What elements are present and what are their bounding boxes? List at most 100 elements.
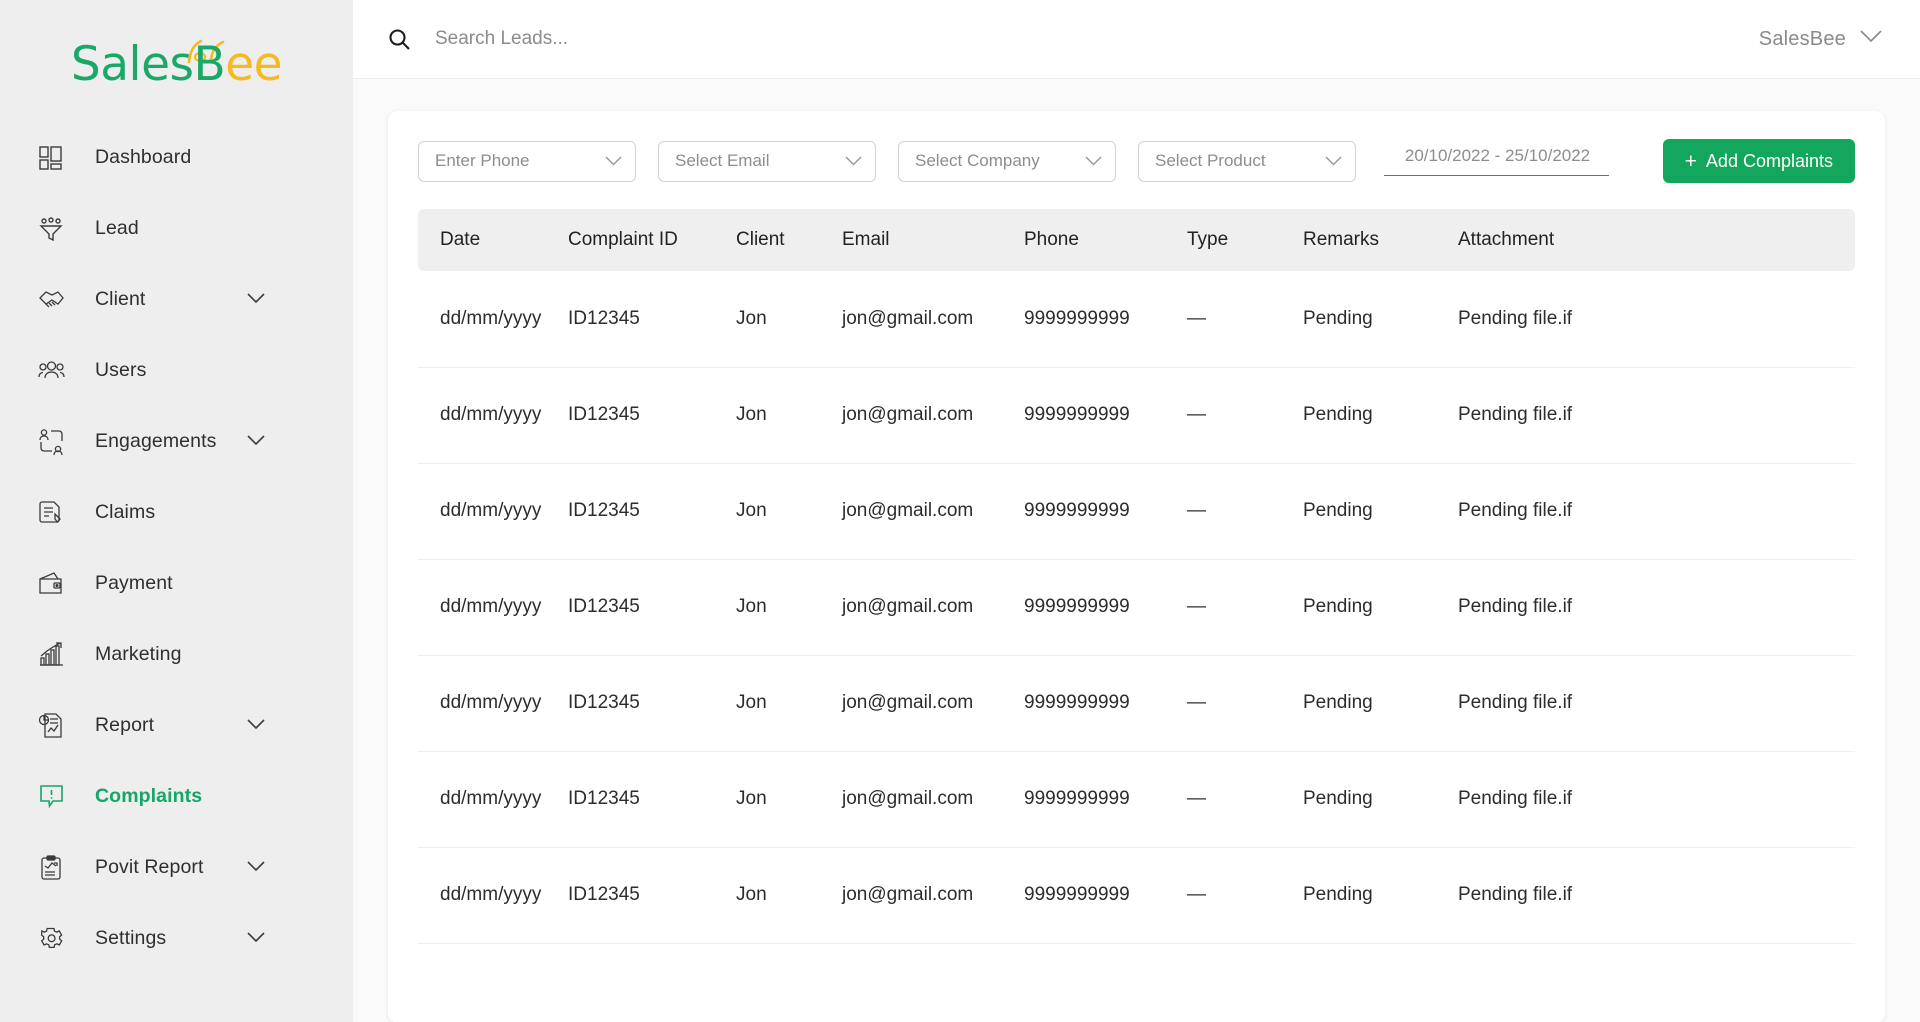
cell-email: jon@gmail.com <box>842 463 1024 560</box>
product-filter[interactable]: Select Product <box>1138 140 1356 182</box>
cell-complaint-id: ID12345 <box>568 847 736 944</box>
cell-type: — <box>1187 847 1303 944</box>
cell-email: jon@gmail.com <box>842 655 1024 752</box>
table-row[interactable]: dd/mm/yyyy ID12345 Jon jon@gmail.com 999… <box>418 655 1855 752</box>
cell-date: dd/mm/yyyy <box>418 559 568 656</box>
claims-icon <box>36 498 66 528</box>
cell-attachment[interactable]: Pending file.if <box>1458 559 1855 656</box>
dashboard-icon <box>36 143 66 173</box>
company-filter[interactable]: Select Company <box>898 140 1116 182</box>
cell-attachment[interactable]: Pending file.if <box>1458 655 1855 752</box>
users-icon <box>36 356 66 386</box>
cell-client: Jon <box>736 751 842 848</box>
sidebar-item-dashboard[interactable]: Dashboard <box>0 122 353 193</box>
chevron-down-icon <box>1085 151 1102 171</box>
table-row[interactable]: dd/mm/yyyy ID12345 Jon jon@gmail.com 999… <box>418 847 1855 944</box>
chevron-down-icon <box>845 151 862 171</box>
cell-attachment[interactable]: Pending file.if <box>1458 751 1855 848</box>
cell-client: Jon <box>736 847 842 944</box>
sidebar-item-engagements[interactable]: Engagements <box>0 406 353 477</box>
cell-attachment[interactable]: Pending file.if <box>1458 847 1855 944</box>
chevron-down-icon[interactable] <box>247 930 265 948</box>
sidebar-label: Report <box>95 714 155 736</box>
table-row[interactable]: dd/mm/yyyy ID12345 Jon jon@gmail.com 999… <box>418 463 1855 560</box>
search-icon[interactable] <box>387 26 413 52</box>
chevron-down-icon[interactable] <box>247 717 265 735</box>
email-filter[interactable]: Select Email <box>658 140 876 182</box>
clipboard-icon <box>36 853 66 883</box>
sidebar-item-complaints[interactable]: Complaints <box>0 761 353 832</box>
cell-attachment[interactable]: Pending file.if <box>1458 367 1855 464</box>
sidebar-item-report[interactable]: Report <box>0 690 353 761</box>
column-header-phone[interactable]: Phone <box>1024 209 1187 271</box>
content-area: Enter Phone Select Email Select Company <box>353 79 1920 1022</box>
table-row[interactable]: dd/mm/yyyy ID12345 Jon jon@gmail.com 999… <box>418 751 1855 848</box>
table-row[interactable]: dd/mm/yyyy ID12345 Jon jon@gmail.com 999… <box>418 559 1855 656</box>
sidebar-item-settings[interactable]: Settings <box>0 903 353 974</box>
bar-chart-icon <box>36 640 66 670</box>
cell-type: — <box>1187 751 1303 848</box>
logo-text-b: B <box>193 37 226 92</box>
sidebar-nav: Dashboard Lead Client Users Engagements … <box>0 122 353 974</box>
phone-filter[interactable]: Enter Phone <box>418 140 636 182</box>
complaint-icon <box>36 782 66 812</box>
cell-remarks: Pending <box>1303 271 1458 368</box>
report-icon <box>36 711 66 741</box>
filter-label: Select Company <box>915 151 1040 170</box>
cell-email: jon@gmail.com <box>842 271 1024 368</box>
sidebar-item-users[interactable]: Users <box>0 335 353 406</box>
add-complaints-button[interactable]: + Add Complaints <box>1662 139 1855 183</box>
column-header-remarks[interactable]: Remarks <box>1303 209 1458 271</box>
app-root: SalesBee Dashboard Lead Client Users Eng… <box>0 0 1920 1022</box>
sidebar-item-payment[interactable]: Payment <box>0 548 353 619</box>
cell-client: Jon <box>736 271 842 368</box>
sidebar-item-lead[interactable]: Lead <box>0 193 353 264</box>
sidebar-label: Povit Report <box>95 856 204 878</box>
chevron-down-icon[interactable] <box>1860 30 1882 48</box>
sidebar-item-marketing[interactable]: Marketing <box>0 619 353 690</box>
cell-date: dd/mm/yyyy <box>418 463 568 560</box>
cell-remarks: Pending <box>1303 751 1458 848</box>
date-range-picker[interactable]: 20/10/2022 - 25/10/2022 <box>1384 146 1609 176</box>
cell-date: dd/mm/yyyy <box>418 367 568 464</box>
column-header-attachment[interactable]: Attachment <box>1458 209 1855 271</box>
logo-text-sales: Sales <box>70 37 194 92</box>
column-header-date[interactable]: Date <box>418 209 568 271</box>
search-container <box>387 26 1759 52</box>
complaints-card: Enter Phone Select Email Select Company <box>388 111 1885 1022</box>
sidebar-item-povit-report[interactable]: Povit Report <box>0 832 353 903</box>
table-header-row: Date Complaint ID Client Email Phone Typ… <box>418 209 1855 271</box>
chevron-down-icon[interactable] <box>247 291 265 309</box>
sidebar-item-claims[interactable]: Claims <box>0 477 353 548</box>
cell-remarks: Pending <box>1303 463 1458 560</box>
column-header-client[interactable]: Client <box>736 209 842 271</box>
column-header-type[interactable]: Type <box>1187 209 1303 271</box>
column-header-complaint-id[interactable]: Complaint ID <box>568 209 736 271</box>
gear-icon <box>36 924 66 954</box>
cell-complaint-id: ID12345 <box>568 655 736 752</box>
cell-complaint-id: ID12345 <box>568 463 736 560</box>
cell-date: dd/mm/yyyy <box>418 751 568 848</box>
chevron-down-icon[interactable] <box>247 433 265 451</box>
search-input[interactable] <box>435 28 935 50</box>
table-body: dd/mm/yyyy ID12345 Jon jon@gmail.com 999… <box>418 271 1855 944</box>
sidebar-label: Lead <box>95 217 139 239</box>
cell-email: jon@gmail.com <box>842 367 1024 464</box>
chevron-down-icon[interactable] <box>247 859 265 877</box>
cell-email: jon@gmail.com <box>842 751 1024 848</box>
cell-client: Jon <box>736 655 842 752</box>
table-row[interactable]: dd/mm/yyyy ID12345 Jon jon@gmail.com 999… <box>418 271 1855 368</box>
sidebar-item-client[interactable]: Client <box>0 264 353 335</box>
sidebar-label: Dashboard <box>95 146 192 168</box>
add-complaints-label: Add Complaints <box>1705 150 1833 171</box>
cell-attachment[interactable]: Pending file.if <box>1458 271 1855 368</box>
cell-attachment[interactable]: Pending file.if <box>1458 463 1855 560</box>
table-row[interactable]: dd/mm/yyyy ID12345 Jon jon@gmail.com 999… <box>418 367 1855 464</box>
cell-remarks: Pending <box>1303 655 1458 752</box>
cell-date: dd/mm/yyyy <box>418 271 568 368</box>
column-header-email[interactable]: Email <box>842 209 1024 271</box>
app-logo[interactable]: SalesBee <box>0 28 353 88</box>
user-menu[interactable]: SalesBee <box>1759 28 1882 51</box>
cell-phone: 9999999999 <box>1024 367 1187 464</box>
cell-complaint-id: ID12345 <box>568 559 736 656</box>
